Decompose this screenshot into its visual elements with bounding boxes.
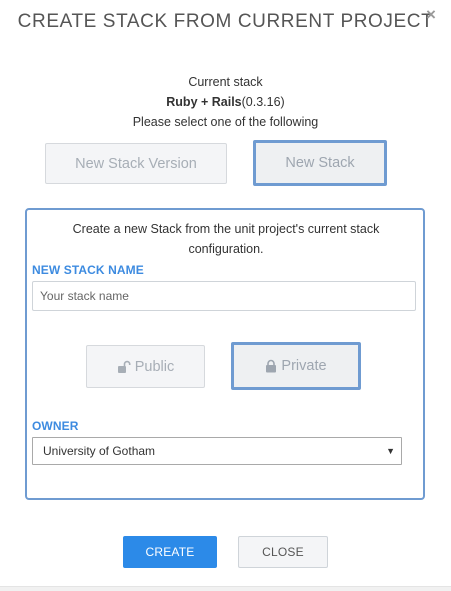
panel-description: Create a new Stack from the unit project… bbox=[72, 222, 380, 256]
owner-label: OWNER bbox=[32, 419, 79, 433]
private-label: Private bbox=[281, 358, 327, 374]
dialog-title: CREATE STACK FROM CURRENT PROJECT bbox=[17, 11, 434, 32]
chevron-down-icon: ▼ bbox=[386, 446, 395, 456]
create-button[interactable]: CREATE bbox=[123, 536, 217, 568]
selection-instruction: Please select one of the following bbox=[132, 115, 319, 129]
public-button[interactable]: Public bbox=[86, 345, 205, 388]
current-stack-info: Ruby + Rails(0.3.16) bbox=[0, 95, 451, 109]
current-stack-version: (0.3.16) bbox=[241, 95, 285, 109]
owner-select[interactable]: University of Gotham ▼ bbox=[32, 437, 402, 465]
close-icon[interactable]: × bbox=[426, 6, 440, 24]
page-edge bbox=[0, 586, 451, 591]
current-stack-name: Ruby + Rails bbox=[166, 95, 242, 109]
new-stack-button[interactable]: New Stack bbox=[253, 140, 387, 186]
stack-name-input[interactable] bbox=[32, 281, 416, 311]
unlock-icon bbox=[117, 360, 131, 374]
lock-icon bbox=[265, 359, 277, 373]
close-button[interactable]: CLOSE bbox=[238, 536, 328, 568]
private-button[interactable]: Private bbox=[231, 342, 361, 390]
public-label: Public bbox=[134, 358, 175, 375]
owner-value: University of Gotham bbox=[43, 444, 156, 458]
stack-name-label: NEW STACK NAME bbox=[32, 263, 144, 277]
create-stack-dialog: CREATE STACK FROM CURRENT PROJECT × Curr… bbox=[0, 0, 451, 591]
current-stack-label: Current stack bbox=[188, 75, 263, 89]
new-stack-panel: Create a new Stack from the unit project… bbox=[25, 208, 425, 500]
new-stack-version-button[interactable]: New Stack Version bbox=[45, 143, 227, 184]
